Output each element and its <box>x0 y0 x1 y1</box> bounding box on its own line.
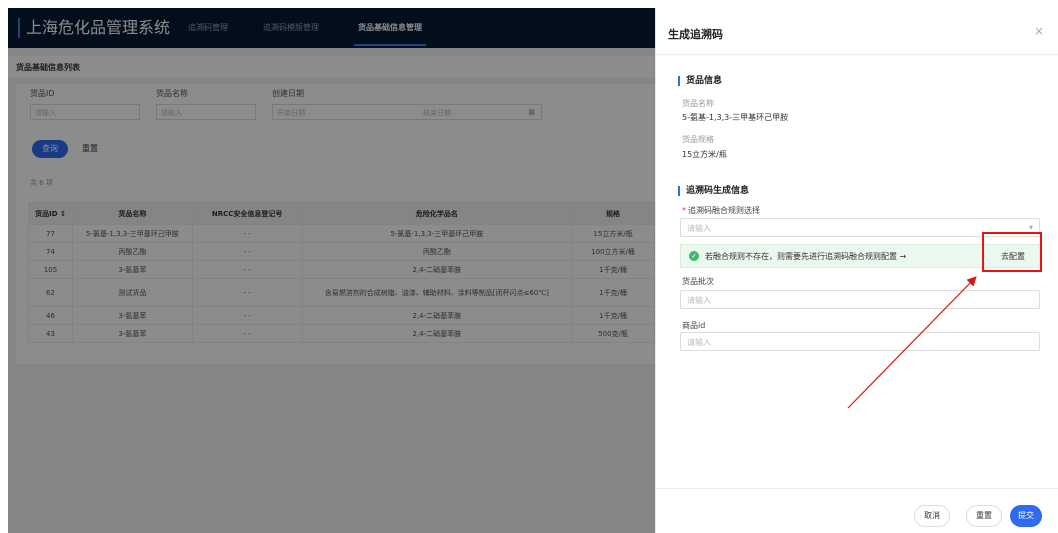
footer-divider <box>656 488 1058 489</box>
submit-button[interactable]: 提交 <box>1010 505 1042 527</box>
goods-info-section-title: 货品信息 <box>678 76 722 86</box>
batch-label: 货品批次 <box>682 277 714 286</box>
modal-overlay[interactable] <box>8 8 655 533</box>
product-id-input[interactable]: 请输入 <box>680 332 1040 351</box>
product-id-label: 商品id <box>682 321 706 330</box>
goods-spec-label: 货品规格 <box>682 135 714 144</box>
reset-button[interactable]: 重置 <box>966 505 1002 527</box>
annotation-highlight-box <box>982 232 1042 272</box>
goods-name-value: 5-氨基-1,3,3-三甲基环己甲胺 <box>682 113 789 122</box>
fusion-rule-placeholder: 请输入 <box>687 224 711 233</box>
trace-gen-section-title: 追溯码生成信息 <box>678 186 749 196</box>
batch-input[interactable]: 请输入 <box>680 290 1040 309</box>
divider <box>656 54 1058 55</box>
goods-name-label: 货品名称 <box>682 99 714 108</box>
notice-text: 若融合规则不存在，则需要先进行追溯码融合规则配置 → <box>705 252 907 261</box>
goods-spec-value: 15立方米/瓶 <box>682 150 727 159</box>
generate-trace-code-drawer: 生成追溯码 × 货品信息 货品名称 5-氨基-1,3,3-三甲基环己甲胺 货品规… <box>655 8 1058 533</box>
check-circle-icon: ✓ <box>689 251 699 261</box>
chevron-down-icon: ▾ <box>1028 223 1033 232</box>
close-icon[interactable]: × <box>1034 24 1044 38</box>
fusion-rule-label: * 追溯码融合规则选择 <box>682 206 760 215</box>
cancel-button[interactable]: 取消 <box>914 505 950 527</box>
drawer-title: 生成追溯码 <box>668 28 723 41</box>
